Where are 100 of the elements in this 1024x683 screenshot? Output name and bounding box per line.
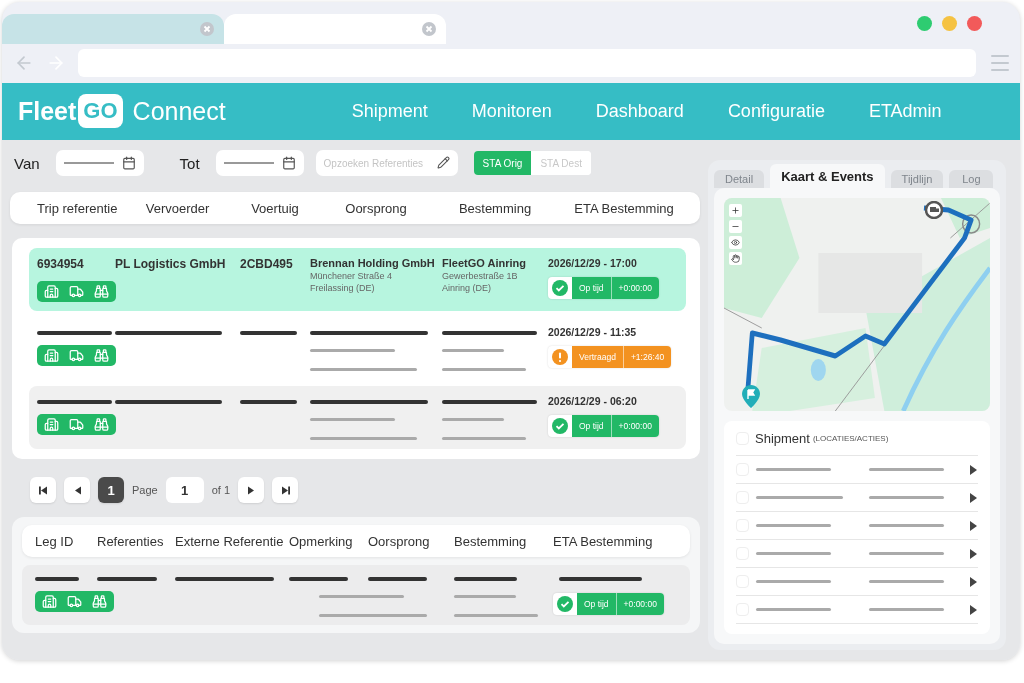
placeholder-line [454, 595, 516, 598]
close-button[interactable] [967, 15, 982, 31]
date-field[interactable] [215, 150, 304, 176]
column-header: Trip referentie [37, 200, 115, 216]
maximize-button[interactable] [917, 15, 932, 31]
next-page-button[interactable] [238, 477, 265, 503]
placeholder-line [442, 418, 504, 421]
truck-icon[interactable] [69, 417, 84, 432]
status-delay: +0:00:00 [615, 593, 664, 615]
building-icon[interactable] [42, 594, 57, 609]
to-label: Tot [179, 154, 200, 172]
nav-link[interactable]: Configuratie [727, 100, 825, 122]
page-number[interactable]: 1 [98, 477, 124, 503]
column-header: Externe Referentie [175, 533, 285, 549]
placeholder-line [442, 349, 504, 352]
status-delay: +1:26:40 [622, 346, 672, 368]
building-icon[interactable] [44, 348, 59, 363]
logo-text: Fleet [18, 96, 77, 126]
close-icon[interactable] [200, 22, 214, 37]
truck-icon[interactable] [69, 348, 84, 363]
calendar-icon[interactable] [121, 156, 136, 170]
placeholder-line [240, 331, 297, 335]
truck-icon[interactable] [67, 594, 82, 609]
binoculars-icon[interactable] [94, 348, 109, 363]
calendar-icon[interactable] [281, 156, 296, 170]
address-line: Freilassing (DE) [310, 283, 375, 293]
table-row[interactable]: 2026/12/29 - 06:20 Op tijd +0:00:00 [29, 386, 686, 449]
search-field[interactable]: Opzoeken Referenties [315, 150, 458, 176]
binoculars-icon[interactable] [94, 417, 109, 432]
warning-icon [552, 349, 568, 365]
trip-id: 6934954 [37, 257, 84, 271]
page-label: Page [132, 484, 158, 496]
product-name: Connect [132, 96, 226, 126]
vehicle-plate: 2CBD495 [240, 257, 293, 271]
building-icon[interactable] [44, 284, 59, 299]
tab[interactable]: Tijdlijn [890, 170, 944, 188]
from-label: Van [14, 154, 40, 172]
check-icon [552, 280, 568, 296]
nav-link[interactable]: Dashboard [595, 100, 684, 122]
binoculars-icon[interactable] [92, 594, 107, 609]
pencil-icon[interactable] [436, 156, 450, 169]
placeholder-line [97, 577, 157, 581]
eta-time: 2026/12/29 - 17:00 [548, 257, 637, 269]
column-header: Oorsprong [344, 200, 408, 216]
panel-subtitle: (LOCATIES/ACTIES) [812, 434, 889, 443]
table-row[interactable]: Op tijd +0:00:00 [22, 565, 690, 625]
date-field[interactable] [55, 150, 144, 176]
column-header: Oorsprong [368, 533, 431, 549]
status-label: Op tijd [577, 593, 616, 615]
truck-pin-icon[interactable] [925, 201, 943, 219]
binoculars-icon[interactable] [94, 284, 109, 299]
logo-badge: GO [78, 94, 123, 129]
column-header: Vervoerder [144, 200, 211, 216]
play-icon[interactable] [970, 492, 977, 503]
destination-name: FleetGO Ainring [442, 257, 526, 269]
play-icon[interactable] [970, 576, 977, 587]
placeholder-line [454, 577, 517, 581]
page-input[interactable]: 1 [165, 477, 204, 503]
tab[interactable]: Log [949, 170, 994, 188]
building-icon[interactable] [44, 417, 59, 432]
play-icon[interactable] [970, 604, 977, 615]
first-page-button[interactable] [30, 477, 56, 503]
first-icon [37, 484, 49, 496]
column-header: ETA Bestemming [573, 200, 675, 216]
address-line: Ainring (DE) [442, 283, 491, 293]
address-line: Gewerbestraße 1B [442, 271, 518, 281]
previous-page-button[interactable] [64, 477, 90, 503]
column-header: Opmerking [289, 533, 354, 549]
table-row[interactable]: 6934954 PL Logistics GmbH 2CBD495 Brennan Holding GmbH Münchener Straße 4 Freilassing (DE) FleetGO Ainring Gewerbestraße 1B Ainring (DE) 2026/12/29 - 17:00 Op tijd +0:00:00 [29, 248, 686, 311]
truck-icon[interactable] [69, 284, 84, 299]
origin-name: Brennan Holding GmbH [310, 257, 435, 269]
tab[interactable]: Kaart & Events [770, 164, 885, 188]
nav-link[interactable]: ETAdmin [868, 100, 942, 122]
tab[interactable]: Detail [714, 170, 765, 188]
placeholder-line [368, 577, 427, 581]
status-delay: +0:00:00 [610, 277, 659, 299]
last-page-button[interactable] [272, 477, 299, 503]
status-delay: +0:00:00 [610, 415, 659, 437]
column-header: Bestemming [454, 533, 528, 549]
status-label: Vertraagd [572, 346, 623, 368]
play-icon[interactable] [970, 548, 977, 559]
page-count: of 1 [211, 484, 231, 496]
column-header: ETA Bestemming [553, 533, 654, 549]
play-icon[interactable] [970, 520, 977, 531]
last-icon [279, 484, 291, 496]
toggle-option[interactable]: STA Orig [473, 151, 532, 175]
flag-pin-icon[interactable] [742, 385, 760, 408]
nav-link[interactable]: Shipment [351, 100, 428, 122]
address-line: Münchener Straße 4 [310, 271, 393, 281]
placeholder-line [240, 400, 297, 404]
close-icon[interactable] [422, 22, 436, 37]
eta-time: 2026/12/29 - 06:20 [548, 395, 637, 407]
status-label: Op tijd [572, 415, 611, 437]
nav-link[interactable]: Monitoren [471, 100, 552, 122]
status-label: Op tijd [572, 277, 611, 299]
play-icon[interactable] [970, 464, 977, 475]
check-icon [552, 418, 568, 434]
panel-title: Shipment [755, 431, 810, 446]
eta-time: 2026/12/29 - 11:35 [548, 326, 637, 338]
minimize-button[interactable] [942, 15, 957, 31]
